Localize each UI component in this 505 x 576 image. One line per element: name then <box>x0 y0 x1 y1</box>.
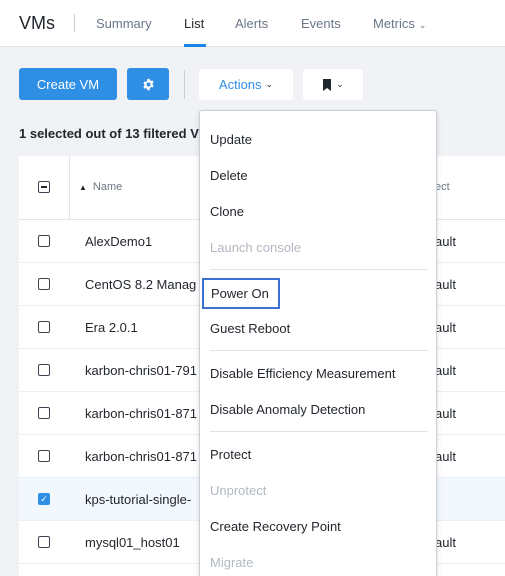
menu-item-delete[interactable]: Delete <box>210 168 248 183</box>
chevron-down-icon: ⌄ <box>336 79 344 89</box>
selection-summary: 1 selected out of 13 filtered V <box>19 126 199 141</box>
vm-project: ault <box>435 363 456 378</box>
gear-icon <box>142 78 154 90</box>
menu-divider <box>210 269 428 270</box>
row-checkbox[interactable] <box>38 364 50 376</box>
menu-item-disable-anomaly[interactable]: Disable Anomaly Detection <box>210 402 365 417</box>
vm-project: ault <box>435 320 456 335</box>
chevron-down-icon: ⌄ <box>418 20 427 30</box>
vm-project: ault <box>435 449 456 464</box>
row-checkbox[interactable] <box>38 407 50 419</box>
vm-name[interactable]: mysql01_host01 <box>85 535 200 550</box>
column-header-name-label: Name <box>92 181 123 193</box>
create-vm-button[interactable]: Create VM <box>19 68 117 100</box>
row-checkbox[interactable] <box>38 321 50 333</box>
column-header-name[interactable]: ▲ Name <box>79 181 122 193</box>
vm-name[interactable]: kps-tutorial-single- <box>85 492 200 507</box>
bookmark-icon <box>323 78 332 91</box>
checkmark-icon: ✓ <box>40 493 48 504</box>
menu-item-clone[interactable]: Clone <box>210 204 244 219</box>
menu-item-power-on[interactable]: Power On <box>202 278 280 309</box>
column-divider <box>69 156 70 220</box>
vm-name[interactable]: karbon-chris01-871 <box>85 406 200 421</box>
page-title: VMs <box>19 13 55 33</box>
tab-summary[interactable]: Summary <box>96 16 152 31</box>
sort-asc-icon: ▲ <box>79 183 87 192</box>
bookmark-dropdown[interactable]: ⌄ <box>303 69 363 100</box>
menu-item-update[interactable]: Update <box>210 132 252 147</box>
menu-item-launch-console: Launch console <box>210 240 302 255</box>
tab-alerts[interactable]: Alerts <box>235 16 268 31</box>
menu-item-guest-reboot[interactable]: Guest Reboot <box>210 321 290 336</box>
column-header-project[interactable]: ect <box>435 181 450 193</box>
vm-name[interactable]: CentOS 8.2 Manag <box>85 277 200 292</box>
vm-name[interactable]: karbon-chris01-791 <box>85 363 200 378</box>
vm-name[interactable]: AlexDemo1 <box>85 234 200 249</box>
menu-item-disable-efficiency[interactable]: Disable Efficiency Measurement <box>210 366 395 381</box>
top-nav: VMs Summary List Alerts Events Metrics ⌄ <box>0 0 505 47</box>
chevron-down-icon: ⌄ <box>265 79 274 89</box>
select-all-checkbox[interactable] <box>38 181 50 193</box>
active-tab-indicator <box>184 44 206 47</box>
row-checkbox[interactable] <box>38 278 50 290</box>
menu-item-create-recovery-point[interactable]: Create Recovery Point <box>210 519 341 534</box>
row-checkbox-checked[interactable]: ✓ <box>38 493 50 505</box>
row-checkbox[interactable] <box>38 450 50 462</box>
vm-name[interactable]: Era 2.0.1 <box>85 320 200 335</box>
actions-label: Actions <box>218 77 262 92</box>
vm-project: ault <box>435 406 456 421</box>
menu-item-protect[interactable]: Protect <box>210 447 251 462</box>
row-checkbox[interactable] <box>38 536 50 548</box>
nav-divider <box>74 14 75 32</box>
vm-project: ault <box>435 277 456 292</box>
vm-name[interactable]: karbon-chris01-871 <box>85 449 200 464</box>
actions-menu: Update Delete Clone Launch console Power… <box>199 110 437 576</box>
row-checkbox[interactable] <box>38 235 50 247</box>
tab-metrics-label: Metrics <box>373 16 415 31</box>
actions-dropdown[interactable]: Actions ⌄ <box>199 69 293 100</box>
menu-item-migrate: Migrate <box>210 555 254 570</box>
tab-list[interactable]: List <box>184 16 204 31</box>
vm-project: ault <box>435 234 456 249</box>
toolbar-divider <box>184 70 185 99</box>
settings-button[interactable] <box>127 68 169 100</box>
menu-item-unprotect: Unprotect <box>210 483 267 498</box>
menu-divider <box>210 431 428 432</box>
vm-project: ault <box>435 535 456 550</box>
tab-metrics[interactable]: Metrics ⌄ <box>373 16 426 31</box>
menu-divider <box>210 350 428 351</box>
tab-events[interactable]: Events <box>301 16 341 31</box>
